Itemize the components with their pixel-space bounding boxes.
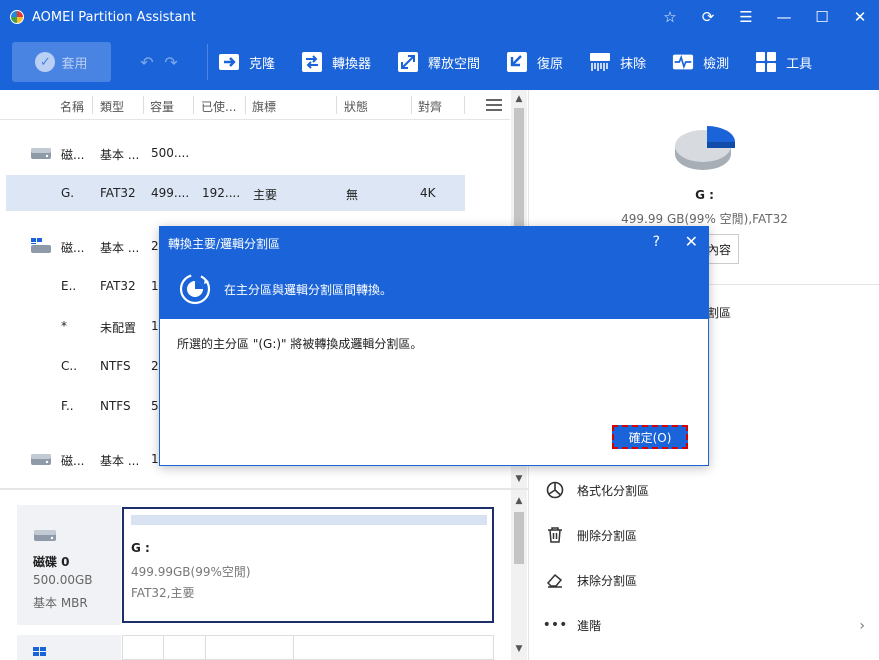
title-bar: AOMEI Partition Assistant ☆ ⟳ ☰ — ☐ ✕ xyxy=(0,0,879,34)
disk-icon xyxy=(31,148,51,159)
convert-icon xyxy=(301,51,323,73)
toolbar-free-space-label: 釋放空間 xyxy=(428,56,481,72)
col-capacity[interactable]: 容量 xyxy=(150,98,174,115)
clone-icon xyxy=(218,51,240,73)
toolbar-tools[interactable]: 工具 xyxy=(755,51,812,73)
partition-card[interactable] xyxy=(122,635,494,660)
close-icon[interactable]: ✕ xyxy=(841,0,879,34)
toolbar-wipe[interactable]: 抹除 xyxy=(589,51,646,73)
refresh-icon[interactable]: ⟳ xyxy=(689,0,727,34)
col-flag[interactable]: 旗標 xyxy=(252,98,276,115)
app-logo-icon xyxy=(10,10,24,24)
scroll-down-icon[interactable]: ▼ xyxy=(511,642,527,656)
toolbar-convert-label: 轉換器 xyxy=(332,56,372,72)
op-advanced[interactable]: ••• 進階 xyxy=(542,613,601,637)
scroll-down-icon[interactable]: ▼ xyxy=(511,472,527,486)
wipe-icon xyxy=(589,51,611,73)
table-row-selected[interactable]: G. FAT32 499.... 192.... 主要 無 4K xyxy=(6,175,465,211)
table-row[interactable]: 磁... 基本 ... 500.... xyxy=(6,135,465,171)
test-icon xyxy=(672,51,694,73)
toolbar-test-label: 檢測 xyxy=(703,56,730,72)
map-scrollbar[interactable]: ▲ ▼ xyxy=(511,490,527,660)
partition-name: G : xyxy=(131,541,150,555)
disk-type: 基本 MBR xyxy=(33,596,88,610)
partition-fs: FAT32,主要 xyxy=(131,586,195,600)
convert-partition-icon xyxy=(179,273,211,305)
toolbar-clone-label: 克隆 xyxy=(249,56,276,72)
convert-dialog: 轉換主要/邏輯分割區 ? ✕ 在主分區與邏輯分割區間轉換。 所選的主分區 "(G… xyxy=(159,226,709,466)
col-name[interactable]: 名稱 xyxy=(60,98,84,115)
disk-name: 磁碟 0 xyxy=(33,555,70,569)
selected-partition-info: 499.99 GB(99% 空閒),FAT32 xyxy=(621,212,788,226)
disk-size: 500.00GB xyxy=(33,573,93,587)
apply-label: 套用 xyxy=(61,56,88,72)
disk-icon xyxy=(34,530,56,541)
column-settings-icon[interactable] xyxy=(486,99,502,111)
disk-map: 磁碟 0 500.00GB 基本 MBR G : 499.99GB(99%空閒)… xyxy=(0,490,528,660)
app-title: AOMEI Partition Assistant xyxy=(32,9,196,25)
scroll-up-icon[interactable]: ▲ xyxy=(511,494,527,508)
dialog-banner-text: 在主分區與邏輯分割區間轉換。 xyxy=(224,282,393,297)
check-icon: ✓ xyxy=(35,52,56,72)
disk-card[interactable] xyxy=(17,635,121,660)
col-status[interactable]: 狀態 xyxy=(344,98,368,115)
partition-size: 499.99GB(99%空閒) xyxy=(131,565,251,579)
windows-icon xyxy=(33,647,46,656)
column-header: 名稱 類型 容量 已使... 旗標 狀態 對齊 xyxy=(0,90,510,120)
col-type[interactable]: 類型 xyxy=(100,98,124,115)
free-space-icon xyxy=(397,51,419,73)
operation-label-fragment[interactable]: 割區 xyxy=(707,304,731,321)
partition-card-selected[interactable]: G : 499.99GB(99%空閒) FAT32,主要 xyxy=(122,507,494,623)
partition-usage-bar xyxy=(131,515,487,525)
toolbar-separator xyxy=(207,44,208,80)
dialog-message: 所選的主分區 "(G:)" 將被轉換成邏輯分割區。 xyxy=(177,337,423,351)
dialog-titlebar: 轉換主要/邏輯分割區 ? ✕ xyxy=(160,227,708,259)
windows-disk-icon xyxy=(31,238,51,253)
help-icon[interactable]: ? xyxy=(653,234,660,250)
toolbar-recovery[interactable]: 復原 xyxy=(506,51,563,73)
toolbar-free-space[interactable]: 釋放空間 xyxy=(397,51,480,73)
disk-icon xyxy=(31,454,51,465)
op-format-partition[interactable]: 格式化分割區 xyxy=(545,478,649,502)
recovery-icon xyxy=(506,51,528,73)
col-align[interactable]: 對齊 xyxy=(418,98,442,115)
toolbar-test[interactable]: 檢測 xyxy=(672,51,729,73)
toolbar-convert[interactable]: 轉換器 xyxy=(301,51,371,73)
star-icon[interactable]: ☆ xyxy=(651,0,689,34)
redo-icon[interactable]: ↷ xyxy=(159,53,183,72)
op-delete-partition[interactable]: 刪除分割區 xyxy=(545,523,637,547)
window-controls: ☆ ⟳ ☰ — ☐ ✕ xyxy=(651,0,879,34)
dialog-close-icon[interactable]: ✕ xyxy=(685,232,698,251)
tools-icon xyxy=(755,51,777,73)
disk-card[interactable]: 磁碟 0 500.00GB 基本 MBR xyxy=(17,505,121,625)
menu-icon[interactable]: ☰ xyxy=(727,0,765,34)
toolbar-wipe-label: 抹除 xyxy=(620,56,647,72)
scroll-thumb[interactable] xyxy=(514,512,524,564)
ok-button[interactable]: 確定(O) xyxy=(612,425,688,449)
op-wipe-partition[interactable]: 抹除分割區 xyxy=(545,568,637,592)
more-icon: ••• xyxy=(542,617,568,633)
col-used[interactable]: 已使... xyxy=(201,98,236,115)
format-icon xyxy=(545,480,565,500)
chevron-right-icon[interactable]: › xyxy=(859,618,865,634)
toolbar-recovery-label: 復原 xyxy=(537,56,564,72)
apply-button[interactable]: ✓ 套用 xyxy=(12,42,111,82)
minimize-icon[interactable]: — xyxy=(765,0,803,34)
undo-redo-group: ↶ ↷ xyxy=(135,53,183,72)
selected-partition-title: G : xyxy=(695,188,714,202)
dialog-title: 轉換主要/邏輯分割區 xyxy=(168,236,281,251)
toolbar-tools-label: 工具 xyxy=(786,56,813,72)
maximize-icon[interactable]: ☐ xyxy=(803,0,841,34)
undo-icon[interactable]: ↶ xyxy=(135,53,159,72)
toolbar: ✓ 套用 ↶ ↷ 克隆 轉換器 釋放空間 復原 抹除 檢測 工具 xyxy=(0,34,879,90)
delete-icon xyxy=(545,525,565,545)
scroll-up-icon[interactable]: ▲ xyxy=(511,92,527,106)
usage-pie-icon xyxy=(675,126,735,170)
eraser-icon xyxy=(545,570,565,590)
properties-button[interactable]: 內容 xyxy=(705,234,739,264)
toolbar-clone[interactable]: 克隆 xyxy=(218,51,275,73)
dialog-banner: 在主分區與邏輯分割區間轉換。 xyxy=(160,259,708,319)
